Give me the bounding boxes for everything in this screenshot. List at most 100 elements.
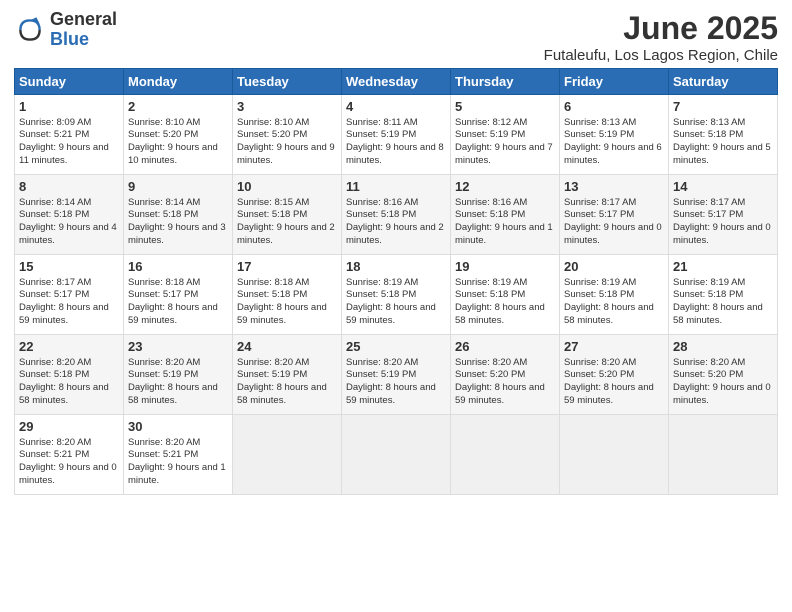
sunrise: Sunrise: 8:16 AM (346, 197, 418, 208)
cell-content: 9 Sunrise: 8:14 AM Sunset: 5:18 PM Dayli… (128, 178, 228, 248)
day-number: 1 (19, 98, 119, 116)
daylight: Daylight: 9 hours and 2 minutes. (346, 222, 444, 246)
sunrise: Sunrise: 8:14 AM (19, 197, 91, 208)
cell-content: 17 Sunrise: 8:18 AM Sunset: 5:18 PM Dayl… (237, 258, 337, 328)
day-number: 30 (128, 418, 228, 436)
sunrise: Sunrise: 8:16 AM (455, 197, 527, 208)
daylight: Daylight: 9 hours and 2 minutes. (237, 222, 335, 246)
cell-content: 24 Sunrise: 8:20 AM Sunset: 5:19 PM Dayl… (237, 338, 337, 408)
header-row: SundayMondayTuesdayWednesdayThursdayFrid… (15, 69, 778, 95)
daylight: Daylight: 8 hours and 58 minutes. (237, 382, 327, 406)
sunset: Sunset: 5:19 PM (564, 129, 634, 140)
day-number: 21 (673, 258, 773, 276)
sunrise: Sunrise: 8:20 AM (455, 357, 527, 368)
calendar-cell (560, 415, 669, 495)
sunrise: Sunrise: 8:10 AM (128, 117, 200, 128)
sunrise: Sunrise: 8:19 AM (346, 277, 418, 288)
sunset: Sunset: 5:17 PM (673, 209, 743, 220)
daylight: Daylight: 9 hours and 0 minutes. (673, 222, 771, 246)
calendar-cell: 15 Sunrise: 8:17 AM Sunset: 5:17 PM Dayl… (15, 255, 124, 335)
cell-content: 19 Sunrise: 8:19 AM Sunset: 5:18 PM Dayl… (455, 258, 555, 328)
calendar-cell (233, 415, 342, 495)
sunrise: Sunrise: 8:09 AM (19, 117, 91, 128)
sunset: Sunset: 5:19 PM (128, 369, 198, 380)
week-row-3: 22 Sunrise: 8:20 AM Sunset: 5:18 PM Dayl… (15, 335, 778, 415)
daylight: Daylight: 9 hours and 0 minutes. (19, 462, 117, 486)
calendar-cell: 13 Sunrise: 8:17 AM Sunset: 5:17 PM Dayl… (560, 175, 669, 255)
sunset: Sunset: 5:18 PM (19, 209, 89, 220)
cell-content: 6 Sunrise: 8:13 AM Sunset: 5:19 PM Dayli… (564, 98, 664, 168)
cell-content: 14 Sunrise: 8:17 AM Sunset: 5:17 PM Dayl… (673, 178, 773, 248)
daylight: Daylight: 8 hours and 59 minutes. (455, 382, 545, 406)
day-number: 18 (346, 258, 446, 276)
sunrise: Sunrise: 8:20 AM (564, 357, 636, 368)
sunset: Sunset: 5:19 PM (346, 369, 416, 380)
sunset: Sunset: 5:17 PM (128, 289, 198, 300)
cell-content: 25 Sunrise: 8:20 AM Sunset: 5:19 PM Dayl… (346, 338, 446, 408)
page-container: General Blue June 2025 Futaleufu, Los La… (0, 0, 792, 505)
calendar-cell: 6 Sunrise: 8:13 AM Sunset: 5:19 PM Dayli… (560, 95, 669, 175)
day-number: 28 (673, 338, 773, 356)
cell-content: 1 Sunrise: 8:09 AM Sunset: 5:21 PM Dayli… (19, 98, 119, 168)
sunset: Sunset: 5:21 PM (19, 129, 89, 140)
daylight: Daylight: 9 hours and 3 minutes. (128, 222, 226, 246)
sunset: Sunset: 5:18 PM (346, 289, 416, 300)
sunset: Sunset: 5:18 PM (346, 209, 416, 220)
calendar-cell: 10 Sunrise: 8:15 AM Sunset: 5:18 PM Dayl… (233, 175, 342, 255)
day-number: 11 (346, 178, 446, 196)
week-row-0: 1 Sunrise: 8:09 AM Sunset: 5:21 PM Dayli… (15, 95, 778, 175)
header-saturday: Saturday (669, 69, 778, 95)
day-number: 2 (128, 98, 228, 116)
daylight: Daylight: 8 hours and 59 minutes. (19, 302, 109, 326)
sunrise: Sunrise: 8:13 AM (564, 117, 636, 128)
calendar-cell: 20 Sunrise: 8:19 AM Sunset: 5:18 PM Dayl… (560, 255, 669, 335)
daylight: Daylight: 9 hours and 11 minutes. (19, 142, 109, 166)
daylight: Daylight: 9 hours and 7 minutes. (455, 142, 553, 166)
day-number: 25 (346, 338, 446, 356)
sunrise: Sunrise: 8:14 AM (128, 197, 200, 208)
cell-content: 11 Sunrise: 8:16 AM Sunset: 5:18 PM Dayl… (346, 178, 446, 248)
sunrise: Sunrise: 8:13 AM (673, 117, 745, 128)
cell-content: 13 Sunrise: 8:17 AM Sunset: 5:17 PM Dayl… (564, 178, 664, 248)
sunset: Sunset: 5:18 PM (128, 209, 198, 220)
calendar-cell (342, 415, 451, 495)
day-number: 10 (237, 178, 337, 196)
daylight: Daylight: 9 hours and 9 minutes. (237, 142, 335, 166)
calendar-table: SundayMondayTuesdayWednesdayThursdayFrid… (14, 68, 778, 495)
sunrise: Sunrise: 8:15 AM (237, 197, 309, 208)
day-number: 23 (128, 338, 228, 356)
daylight: Daylight: 8 hours and 58 minutes. (19, 382, 109, 406)
cell-content: 23 Sunrise: 8:20 AM Sunset: 5:19 PM Dayl… (128, 338, 228, 408)
sunset: Sunset: 5:20 PM (673, 369, 743, 380)
sunrise: Sunrise: 8:18 AM (128, 277, 200, 288)
calendar-cell: 27 Sunrise: 8:20 AM Sunset: 5:20 PM Dayl… (560, 335, 669, 415)
logo-general: General (50, 10, 117, 30)
daylight: Daylight: 9 hours and 1 minute. (128, 462, 226, 486)
calendar-cell: 30 Sunrise: 8:20 AM Sunset: 5:21 PM Dayl… (124, 415, 233, 495)
header-sunday: Sunday (15, 69, 124, 95)
cell-content: 15 Sunrise: 8:17 AM Sunset: 5:17 PM Dayl… (19, 258, 119, 328)
calendar-cell: 21 Sunrise: 8:19 AM Sunset: 5:18 PM Dayl… (669, 255, 778, 335)
daylight: Daylight: 9 hours and 5 minutes. (673, 142, 771, 166)
calendar-cell: 22 Sunrise: 8:20 AM Sunset: 5:18 PM Dayl… (15, 335, 124, 415)
calendar-cell: 14 Sunrise: 8:17 AM Sunset: 5:17 PM Dayl… (669, 175, 778, 255)
cell-content: 20 Sunrise: 8:19 AM Sunset: 5:18 PM Dayl… (564, 258, 664, 328)
header: General Blue June 2025 Futaleufu, Los La… (14, 10, 778, 64)
calendar-cell: 29 Sunrise: 8:20 AM Sunset: 5:21 PM Dayl… (15, 415, 124, 495)
daylight: Daylight: 9 hours and 6 minutes. (564, 142, 662, 166)
week-row-4: 29 Sunrise: 8:20 AM Sunset: 5:21 PM Dayl… (15, 415, 778, 495)
logo-text: General Blue (50, 10, 117, 50)
calendar-cell (669, 415, 778, 495)
day-number: 20 (564, 258, 664, 276)
cell-content: 26 Sunrise: 8:20 AM Sunset: 5:20 PM Dayl… (455, 338, 555, 408)
sunrise: Sunrise: 8:12 AM (455, 117, 527, 128)
daylight: Daylight: 8 hours and 59 minutes. (346, 302, 436, 326)
sunrise: Sunrise: 8:20 AM (19, 437, 91, 448)
sunset: Sunset: 5:17 PM (564, 209, 634, 220)
day-number: 7 (673, 98, 773, 116)
sunrise: Sunrise: 8:20 AM (128, 357, 200, 368)
month-title: June 2025 (544, 10, 778, 47)
calendar-cell: 8 Sunrise: 8:14 AM Sunset: 5:18 PM Dayli… (15, 175, 124, 255)
cell-content: 28 Sunrise: 8:20 AM Sunset: 5:20 PM Dayl… (673, 338, 773, 408)
day-number: 4 (346, 98, 446, 116)
